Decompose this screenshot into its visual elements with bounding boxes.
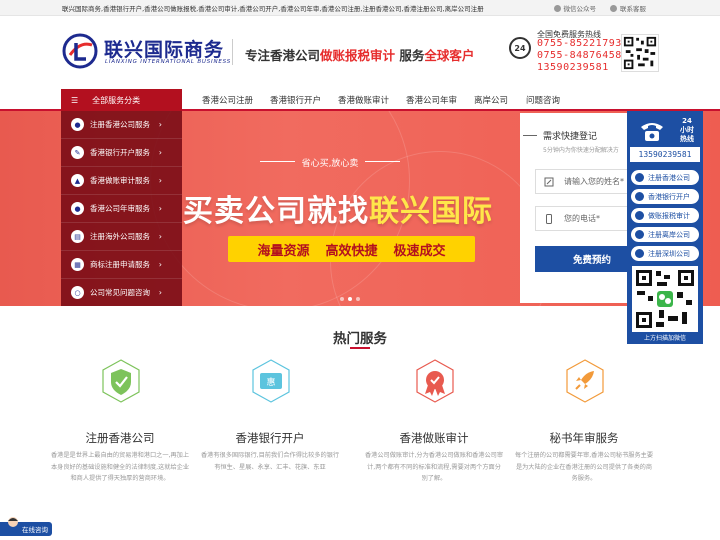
top-bar: 联兴国际商务,香港银行开户,香港公司做账报税,香港公司审计,香港公司开户,香港公…: [0, 0, 720, 16]
chart-icon: ▲: [71, 174, 84, 187]
person-icon: ●: [71, 202, 84, 215]
qr-caption: 上方扫描加微信: [643, 335, 686, 342]
service-desc: 每个注册的公司都需要年审,香港公司秘书服务主要是为大陆的企业在香港注册的公司提供…: [514, 452, 654, 482]
top-links: 微信公众号 联系客服: [553, 3, 646, 13]
carousel-dot[interactable]: [340, 297, 344, 301]
feature-3: 极速成交: [393, 243, 446, 259]
hotline-number-1: 0755-85221793: [537, 38, 622, 49]
service-name: 注册香港公司: [85, 431, 155, 445]
headset-icon: [610, 4, 617, 12]
pen-icon: [544, 177, 554, 187]
nav-hk-bank-account[interactable]: 香港银行开户: [270, 94, 321, 106]
all-services-menu[interactable]: ☰ 全部服务分类: [61, 89, 182, 111]
hotline-24-icon: 24: [509, 37, 531, 59]
quick-register-form: 需求快捷登记 5分钟内为你快速分配解决方 请输入您的姓名* 您的电话* 免费预约: [520, 113, 627, 303]
shield-icon: [102, 359, 140, 403]
feature-1: 海量资源: [257, 243, 310, 259]
medal-icon: [416, 359, 454, 403]
float-btn-bank[interactable]: 香港银行开户: [631, 189, 699, 204]
bullet-icon: [635, 211, 644, 220]
side-item-overseas[interactable]: ▤ 注册海外公司服务 ›: [61, 223, 182, 251]
chevron-right-icon: ›: [158, 260, 162, 269]
wechat-link[interactable]: 微信公众号: [553, 3, 596, 13]
chevron-right-icon: ›: [158, 232, 162, 241]
hotline-number-2: 0755-84876458: [537, 50, 622, 61]
telephone-icon: [641, 123, 663, 141]
nav-faq[interactable]: 问题咨询: [526, 94, 560, 106]
name-input[interactable]: 请输入您的姓名*: [535, 169, 627, 194]
agent-avatar-icon[interactable]: [4, 515, 22, 536]
side-item-bank[interactable]: ✎ 香港银行开户服务 ›: [61, 139, 182, 167]
menu-icon: ☰: [71, 95, 79, 105]
chat-icon: ○: [71, 286, 84, 299]
chevron-right-icon: ›: [158, 204, 162, 213]
float-btn-shenzhen[interactable]: 注册深圳公司: [631, 246, 699, 261]
chevron-right-icon: ›: [158, 120, 162, 129]
float-phone-number[interactable]: 13590239581: [630, 147, 700, 162]
svg-text:惠: 惠: [266, 376, 275, 388]
bullet-icon: [635, 249, 644, 258]
nav-hk-annual-review[interactable]: 香港公司年审: [406, 94, 457, 106]
section-title: 热门服务: [333, 331, 387, 347]
chevron-right-icon: ›: [158, 288, 162, 297]
nav-hk-audit[interactable]: 香港做账审计: [338, 94, 389, 106]
side-item-trademark[interactable]: ▦ 商标注册申请服务 ›: [61, 251, 182, 279]
wechat-qr-icon: [632, 266, 698, 332]
document-icon: ▤: [71, 230, 84, 243]
side-item-annual[interactable]: ● 香港公司年审服务 ›: [61, 195, 182, 223]
side-item-faq[interactable]: ○ 公司常见问题咨询 ›: [61, 279, 182, 307]
24h-label: 24 小时 热线: [680, 117, 694, 143]
nav-offshore[interactable]: 离岸公司: [474, 94, 508, 106]
chevron-right-icon: ›: [158, 176, 162, 185]
logo-icon[interactable]: [62, 33, 98, 69]
banner-tagline: 省心买,放心卖: [260, 156, 400, 169]
service-name: 香港银行开户: [235, 431, 305, 445]
divider: [232, 39, 233, 65]
rocket-icon: [566, 359, 604, 403]
service-desc: 香港有很多国际银行,目前我们合作得比较多的银行有恒生、星展、永享、汇丰、花旗、东…: [200, 452, 340, 471]
form-subtitle: 5分钟内为你快速分配解决方: [543, 147, 619, 154]
wechat-icon: [553, 4, 561, 12]
service-name: 秘书年审服务: [549, 431, 619, 445]
float-btn-hk-company[interactable]: 注册香港公司: [631, 170, 699, 185]
service-desc: 香港公司做账审计,分为香港公司做账和香港公司审计,两个都有不同的标准和流程,需要…: [364, 452, 504, 482]
bullet-icon: [635, 192, 644, 201]
main-nav: ☰ 全部服务分类 香港公司注册 香港银行开户 香港做账审计 香港公司年审 离岸公…: [0, 89, 720, 111]
floating-contact-panel: 24 小时 热线 13590239581 注册香港公司 香港银行开户 做账报税审…: [627, 111, 703, 344]
feature-2: 高效快捷: [325, 243, 378, 259]
chevron-right-icon: ›: [158, 148, 162, 157]
side-item-hk-company[interactable]: ● 注册香港公司服务 ›: [61, 111, 182, 139]
carousel-dot-active[interactable]: [348, 297, 352, 301]
side-item-audit[interactable]: ▲ 香港做账审计服务 ›: [61, 167, 182, 195]
bullet-icon: [635, 230, 644, 239]
phone-input[interactable]: 您的电话*: [535, 206, 627, 231]
contact-link[interactable]: 联系客服: [610, 3, 646, 13]
service-desc: 香港是是世界上最自由的贸易港和港口之一,再加上本身良好的基础设施和健全的法律制度…: [50, 452, 190, 482]
carousel-dot[interactable]: [356, 297, 360, 301]
float-btn-audit[interactable]: 做账报税审计: [631, 208, 699, 223]
edit-icon: ✎: [71, 146, 84, 159]
coupon-icon: 惠: [252, 359, 290, 403]
banner-features: 海量资源 高效快捷 极速成交: [228, 236, 475, 262]
grid-icon: ▦: [71, 258, 84, 271]
bullet-icon: [635, 173, 644, 182]
user-icon: ●: [71, 118, 84, 131]
seo-keywords: 联兴国际商务,香港银行开户,香港公司做账报税,香港公司审计,香港公司开户,香港公…: [62, 5, 484, 13]
free-booking-button[interactable]: 免费预约: [535, 246, 627, 272]
service-name: 香港做账审计: [399, 431, 469, 445]
carousel-dots: [340, 297, 360, 301]
logo-english: LIANXING INTERNATIONAL BUSINESS: [105, 59, 232, 65]
qr-code-icon: [621, 34, 659, 72]
float-btn-offshore[interactable]: 注册离岸公司: [631, 227, 699, 242]
title-underline: [350, 347, 370, 349]
nav-hk-company-register[interactable]: 香港公司注册: [202, 94, 253, 106]
banner-headline: 买卖公司就找联兴国际: [183, 194, 493, 229]
phone-icon: [546, 214, 552, 224]
hotline-number-3: 13590239581: [537, 62, 609, 73]
logo-name[interactable]: 联兴国际商务: [104, 35, 224, 62]
slogan: 专注香港公司做账报税审计 服务全球客户: [245, 48, 475, 63]
service-category-menu: ● 注册香港公司服务 › ✎ 香港银行开户服务 › ▲ 香港做账审计服务 › ● 香港公司年审…: [61, 111, 182, 307]
form-title: 需求快捷登记: [522, 129, 597, 142]
